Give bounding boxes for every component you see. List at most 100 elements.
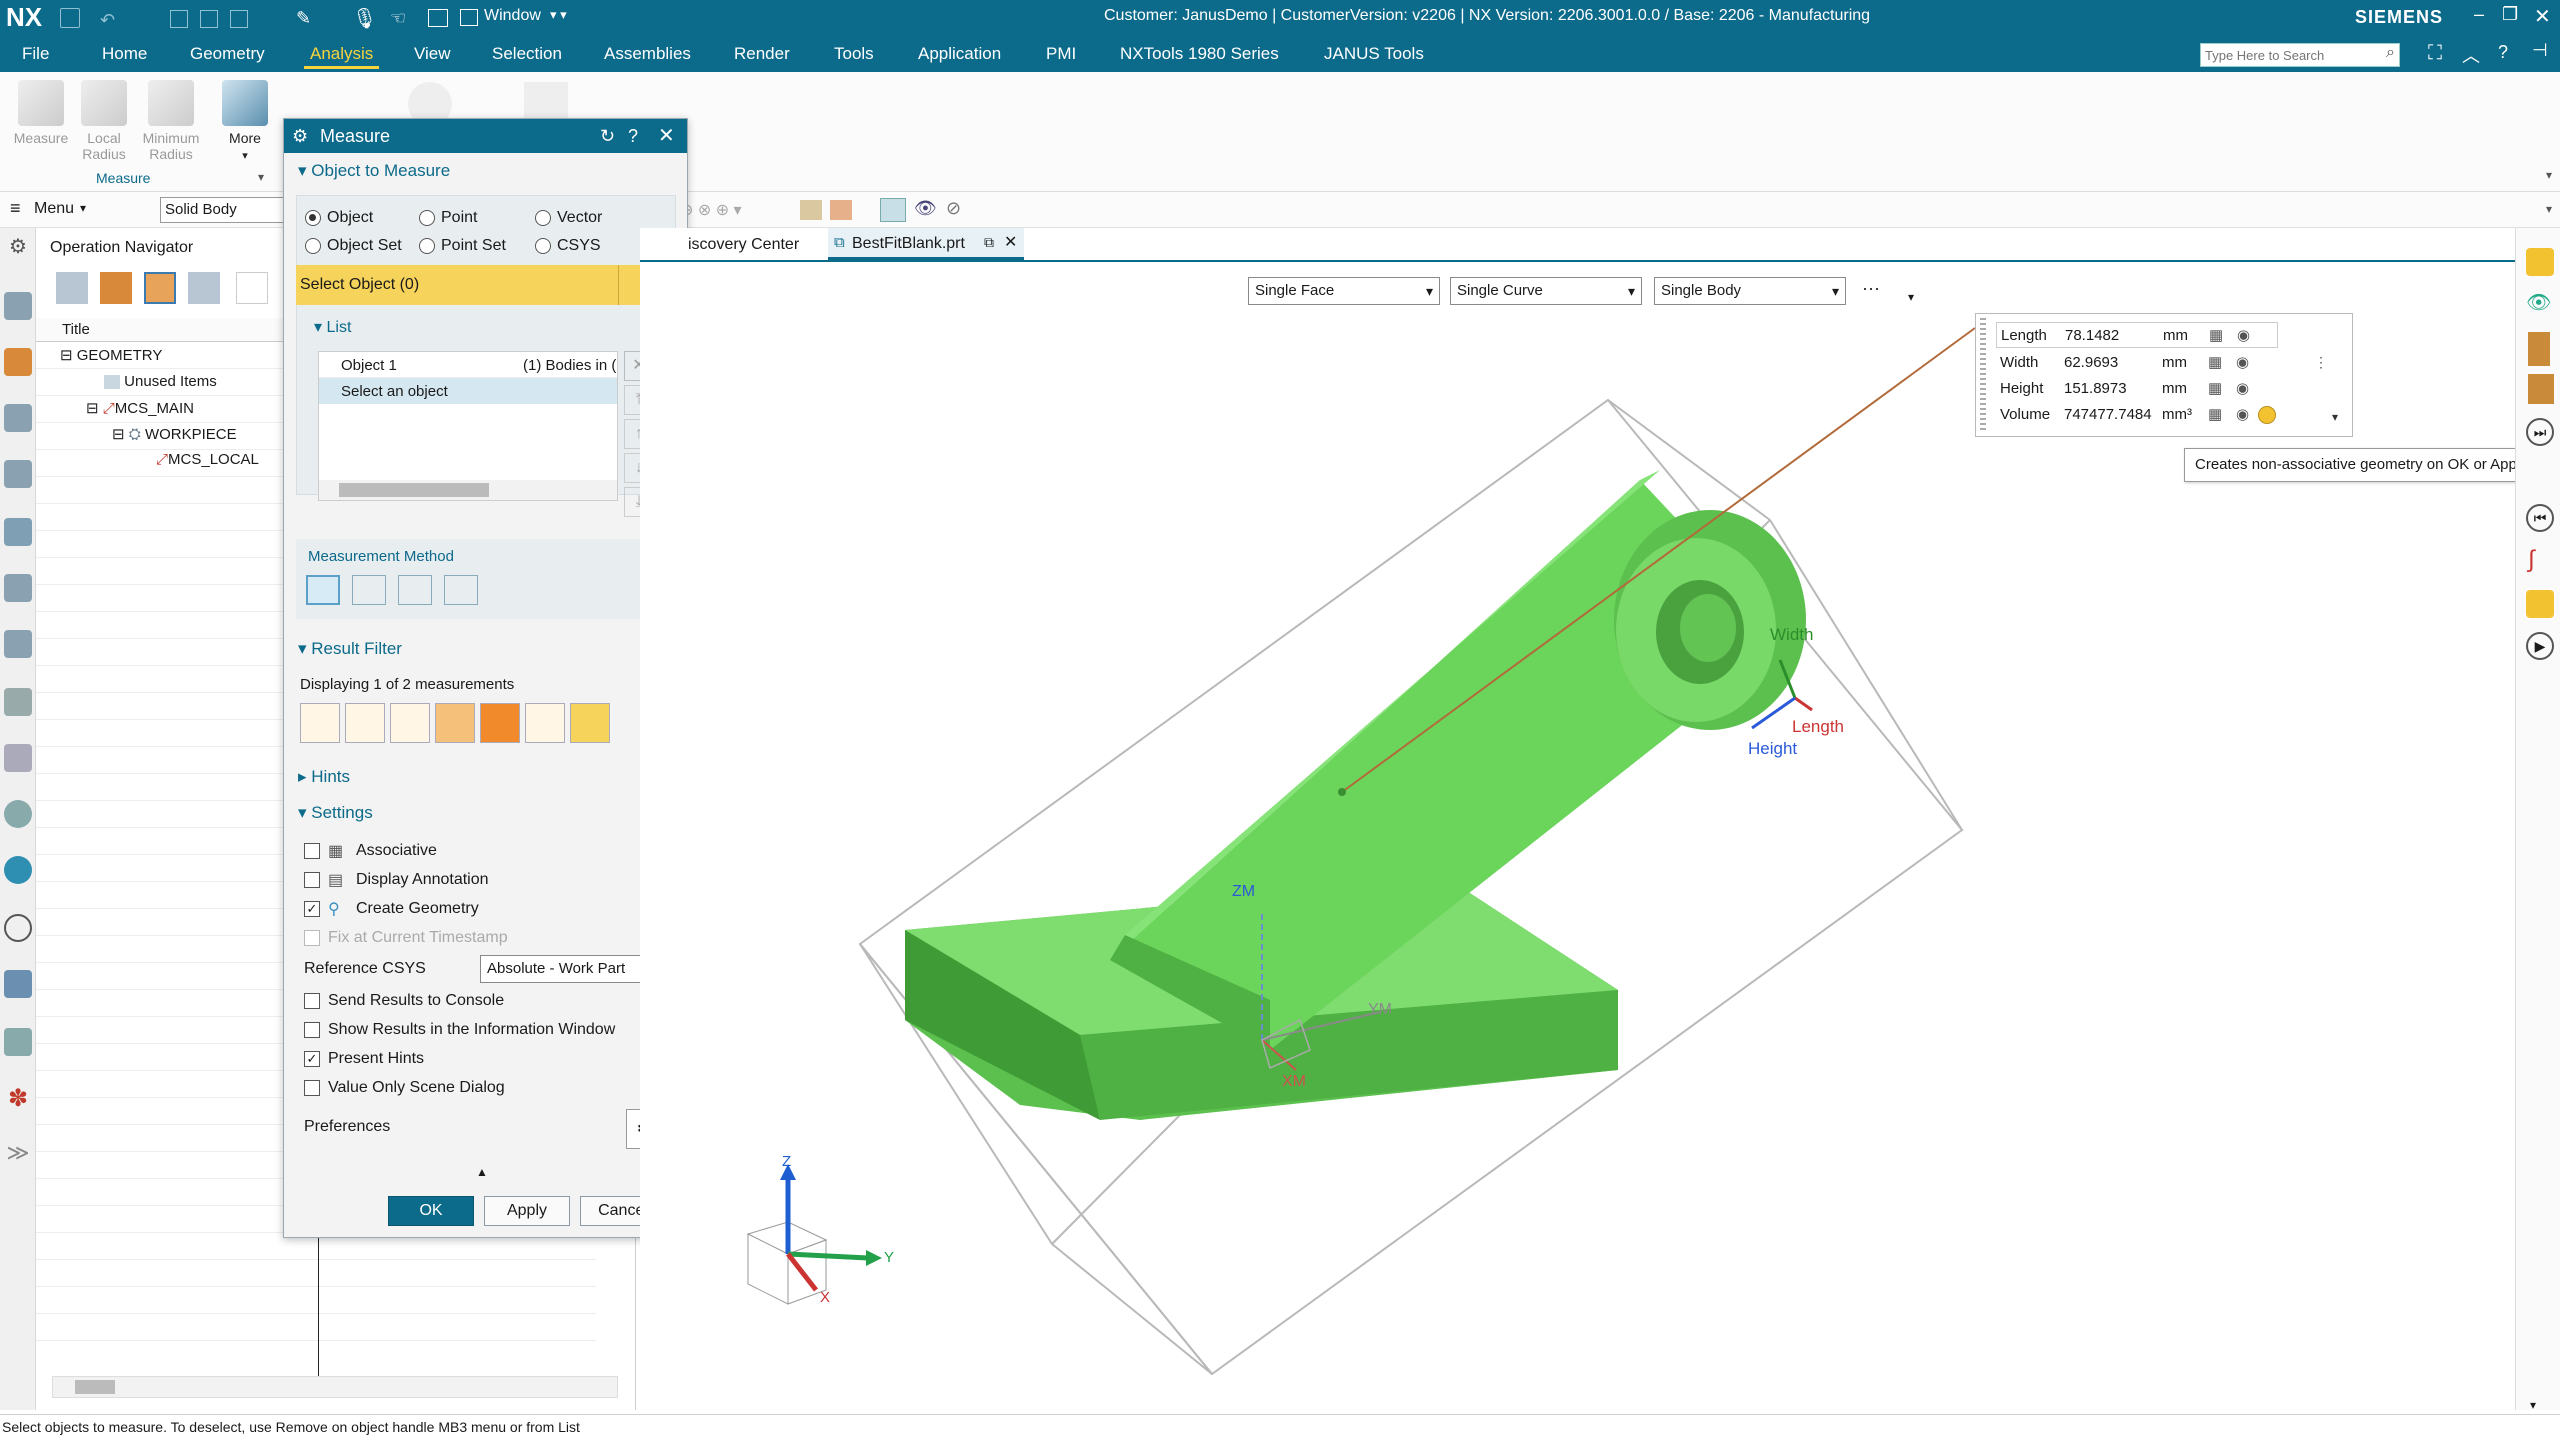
info-window-checkbox[interactable] <box>304 1022 320 1038</box>
menu-janus-tools[interactable]: JANUS Tools <box>1318 42 1430 66</box>
visibility-icon[interactable]: ◉ <box>2237 323 2250 349</box>
result-dropdown-icon[interactable]: ▾ <box>2332 410 2338 424</box>
hide-icon[interactable]: ⊘ <box>946 198 961 219</box>
list-scrollbar[interactable] <box>319 480 617 500</box>
window-menu-arrow-icon[interactable]: ▾ ▾ <box>550 7 567 23</box>
present-hints-checkbox[interactable]: ✓ <box>304 1051 320 1067</box>
save-icon[interactable] <box>60 8 80 28</box>
copy-result-icon[interactable]: ▦ <box>2209 323 2223 349</box>
restore-icon[interactable]: ❐ <box>2502 4 2518 25</box>
fix-timestamp-checkbox[interactable] <box>304 930 320 946</box>
menu-assemblies[interactable]: Assemblies <box>598 42 697 66</box>
window-icon[interactable] <box>460 9 478 26</box>
visibility-icon[interactable]: ◉ <box>2236 402 2249 428</box>
filter-curve-icon[interactable] <box>345 703 385 743</box>
settings-section[interactable]: ▾ Settings <box>298 803 373 823</box>
reset-icon[interactable]: ↻ <box>600 119 615 153</box>
dialog-close-icon[interactable]: ✕ <box>658 119 675 153</box>
menu-selection[interactable]: Selection <box>486 42 568 66</box>
toolbar-more-icon[interactable]: ▾ <box>2530 1398 2536 1412</box>
drag-handle-icon[interactable] <box>1980 318 1986 430</box>
machine-tool-view-icon[interactable] <box>100 272 132 304</box>
touch-icon[interactable]: ☜ <box>390 8 406 29</box>
system-materials-icon[interactable] <box>4 744 32 772</box>
holder-icon[interactable] <box>2528 374 2554 404</box>
pin-icon[interactable]: ⊣ <box>2532 40 2548 61</box>
snap-face-icon[interactable] <box>800 200 822 220</box>
copy-result-icon[interactable]: ▦ <box>2208 350 2222 376</box>
collapse-icon[interactable]: ⊟ <box>112 426 129 443</box>
create-geometry-checkbox[interactable]: ✓ <box>304 901 320 917</box>
view-options-dropdown-icon[interactable]: ▾ <box>1908 290 1914 304</box>
search-icon[interactable]: ⌕ <box>2386 44 2395 62</box>
tree-item-workpiece[interactable]: ⊟ ⛭ WORKPIECE <box>112 425 237 443</box>
reuse-library-icon[interactable] <box>4 518 32 546</box>
list-subsection[interactable]: ▾ List <box>314 317 351 337</box>
scroll-thumb[interactable] <box>339 483 489 497</box>
type-filter-select[interactable]: Solid Body <box>160 197 284 223</box>
hints-section[interactable]: ▸ Hints <box>298 767 350 787</box>
step-start-icon[interactable]: ⏮ <box>2526 504 2554 532</box>
radio-vector[interactable] <box>535 210 551 226</box>
menu-geometry[interactable]: Geometry <box>184 42 271 66</box>
curve-rule-select[interactable]: Single Curve <box>1450 277 1642 305</box>
dialog-gear-icon[interactable]: ⚙ <box>292 119 308 153</box>
select-object-bar[interactable]: Select Object (0) ⌖ <box>296 265 676 305</box>
tab-close-icon[interactable]: ✕ <box>1004 232 1017 252</box>
dialog-help-icon[interactable]: ? <box>628 119 638 153</box>
menu-tools[interactable]: Tools <box>828 42 880 66</box>
menu-analysis[interactable]: Analysis <box>304 42 380 69</box>
undo-icon[interactable]: ↶ <box>100 10 115 31</box>
pen-icon[interactable]: ✎ <box>296 8 311 29</box>
tab-bestfitblank[interactable]: ⧉ BestFitBlank.prt ⧉ ✕ <box>828 228 1024 260</box>
filter-radius-icon[interactable] <box>525 703 565 743</box>
result-options-icon[interactable]: ⋮ <box>2314 354 2328 371</box>
menu-home[interactable]: Home <box>96 42 153 66</box>
hamburger-icon[interactable]: ≡ <box>10 198 21 219</box>
cam-tools-icon[interactable] <box>4 970 32 998</box>
list-item[interactable]: Object 1 (1) Bodies in (( <box>319 352 617 378</box>
filter-distance-icon[interactable] <box>300 703 340 743</box>
web-browser-icon[interactable] <box>4 630 32 658</box>
display-annotation-checkbox[interactable] <box>304 872 320 888</box>
utility-icon[interactable] <box>4 1028 32 1056</box>
minimize-icon[interactable]: – <box>2474 4 2484 25</box>
assembly-navigator-icon[interactable] <box>4 460 32 488</box>
flower-icon[interactable]: ✽ <box>4 1084 32 1112</box>
tool-icon[interactable] <box>2528 332 2550 366</box>
result-filter-section[interactable]: ▾ Result Filter <box>298 639 402 659</box>
menu-nxtools[interactable]: NXTools 1980 Series <box>1114 42 1285 66</box>
menu-button[interactable]: Menu <box>34 200 74 218</box>
more-options-icon[interactable]: ··· <box>1862 278 1880 299</box>
snap-icon[interactable]: ⊕ ⊗ ⊕ ▾ <box>680 202 742 219</box>
operation-navigator-icon[interactable] <box>4 348 32 376</box>
program-order-view-icon[interactable] <box>56 272 88 304</box>
copy-icon[interactable] <box>170 10 188 28</box>
send-console-checkbox[interactable] <box>304 993 320 1009</box>
tree-item-mcs-local[interactable]: ⤢MCS_LOCAL <box>156 451 259 468</box>
face-rule-select[interactable]: Single Face <box>1248 277 1440 305</box>
method-length-icon[interactable] <box>306 575 340 605</box>
show-hide-icon[interactable]: 👁 <box>2526 290 2551 315</box>
menu-view[interactable]: View <box>408 42 457 66</box>
microphone-icon[interactable]: 🎙 <box>352 6 377 31</box>
settings-icon[interactable]: ⚙ <box>4 234 32 262</box>
minimum-radius-button[interactable]: Minimum Radius <box>138 80 204 162</box>
measure-button[interactable]: Measure <box>10 80 72 146</box>
tree-item-geometry[interactable]: ⊟ GEOMETRY <box>60 346 162 364</box>
machine-tool-icon[interactable] <box>4 404 32 432</box>
help-icon[interactable]: ? <box>2498 42 2508 63</box>
visibility-icon[interactable]: ◉ <box>2236 376 2249 402</box>
clock-icon[interactable] <box>4 914 32 942</box>
create-geometry-icon[interactable] <box>2258 406 2276 424</box>
collapse-icon[interactable]: ⊟ <box>86 400 103 417</box>
snap-body-icon[interactable] <box>830 200 852 220</box>
menu-dropdown-icon[interactable]: ▾ <box>80 201 86 215</box>
path-icon[interactable]: ∫ <box>2528 546 2535 574</box>
toolbar-options-icon[interactable]: ▾ <box>2546 202 2552 216</box>
method-height-icon[interactable] <box>398 575 432 605</box>
tree-item-mcs-main[interactable]: ⊟ ⤢MCS_MAIN <box>86 399 194 417</box>
menu-pmi[interactable]: PMI <box>1040 42 1082 66</box>
radio-object-set[interactable] <box>305 238 321 254</box>
visibility-icon[interactable]: ◉ <box>2236 350 2249 376</box>
